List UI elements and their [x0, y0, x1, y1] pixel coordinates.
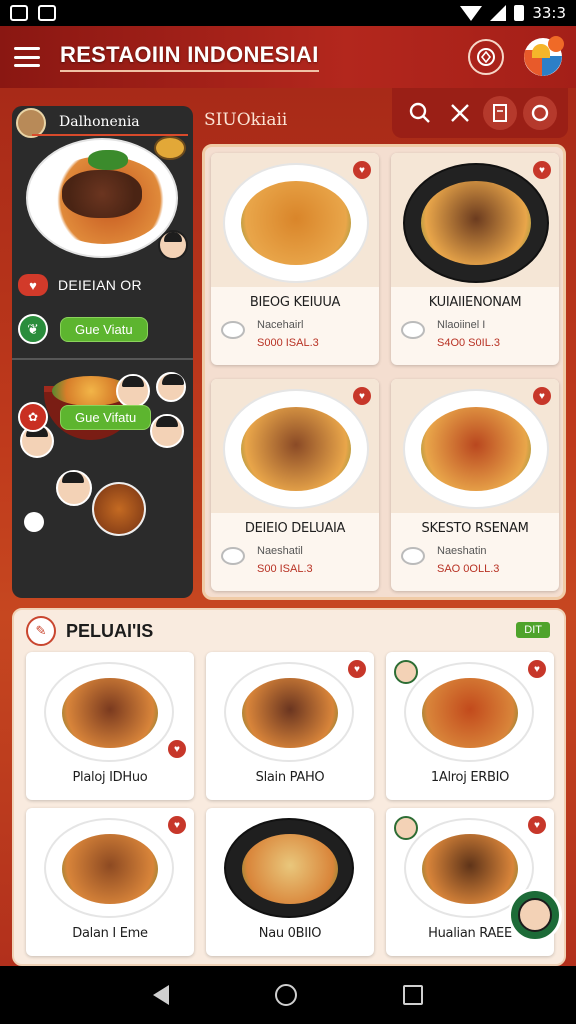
sidebar-bottom-section: [12, 360, 193, 598]
wifi-icon: [460, 5, 483, 21]
fish-icon[interactable]: ✿: [18, 402, 48, 432]
heart-icon[interactable]: ♥: [18, 274, 48, 296]
dish-card[interactable]: ♥ SKESTO RSENAM Naeshatin SAO 0OLL.3: [391, 379, 559, 591]
sidebar-card: Dalhonenia ♥ DEIEIAN OR ❦ Gue Viatu ✿ Gu…: [12, 106, 193, 598]
chef-avatar: [394, 660, 418, 684]
chef-avatar: [394, 816, 418, 840]
dish-food: [421, 181, 531, 265]
leaf-icon[interactable]: ❦: [18, 314, 48, 344]
dish-food: [422, 678, 518, 748]
sidebar-label: DEIEIAN OR: [58, 277, 142, 293]
bowl-icon: [401, 547, 425, 565]
person-avatar: [150, 414, 184, 448]
dish-card[interactable]: ♥ BIEOG KEIUUA Nacehairl S000 ISAL.3: [211, 153, 379, 365]
settings-icon[interactable]: [24, 512, 44, 532]
app-bar: RESTAOIIN INDONESIAI: [0, 26, 576, 88]
dish-title: 1Alroj ERBIO: [430, 770, 510, 785]
dish-title: BIEOG KEIUUA: [249, 295, 341, 310]
dish-food: [421, 407, 531, 491]
favorite-icon[interactable]: ♥: [533, 387, 551, 405]
dish-card[interactable]: ♥ Dalan I Eme: [26, 808, 194, 956]
dish-title: Dalan I Eme: [72, 926, 148, 941]
curry-bowl-image: [92, 482, 146, 536]
battery-icon: [514, 5, 525, 21]
status-bar: 33:3: [0, 0, 576, 26]
bowl-icon: [221, 321, 245, 339]
favorite-icon[interactable]: ♥: [528, 660, 546, 678]
dish-food: [241, 407, 351, 491]
dish-price: S4O0 S0IL.3: [437, 337, 500, 349]
person-avatar: [156, 372, 186, 402]
dish-title: KUIAIIENONAM: [428, 295, 522, 310]
dish-food: [242, 678, 338, 748]
sidebar-top-section: Dalhonenia ♥ DEIEIAN OR ❦ Gue Viatu: [12, 106, 193, 358]
chef-avatar: [158, 230, 188, 260]
status-time: 33:3: [532, 4, 566, 22]
dish-subtitle: Naeshatil: [257, 545, 303, 557]
dish-title: DEIEIO DELUAIA: [244, 521, 346, 536]
featured-dish-image[interactable]: [26, 138, 178, 258]
back-icon[interactable]: [153, 985, 169, 1005]
dish-food: [422, 834, 518, 904]
dish-subtitle: Nacehairl: [257, 319, 304, 331]
dish-food: [241, 181, 351, 265]
popular-section: ✎ PELUAI'IS DIT ♥ Plaloj IDHuo ♥ Slain P…: [12, 608, 566, 966]
section-emblem-icon: ✎: [26, 616, 56, 646]
dish-price: S00 ISAL.3: [257, 563, 313, 575]
dish-price: SAO 0OLL.3: [437, 563, 500, 575]
tools-icon[interactable]: [443, 96, 477, 130]
dish-food: [62, 834, 158, 904]
favorite-icon[interactable]: ♥: [353, 161, 371, 179]
section-label: SIUOkiaii: [204, 110, 288, 130]
notification-icon: [10, 5, 28, 21]
dish-price: S000 ISAL.3: [257, 337, 319, 349]
dish-card[interactable]: ♥ Slain PAHO: [206, 652, 374, 800]
emblem-icon[interactable]: [468, 39, 504, 75]
menu-icon[interactable]: [14, 47, 40, 67]
dish-food: [62, 678, 158, 748]
dish-title: SKESTO RSENAM: [421, 521, 529, 536]
favorite-icon[interactable]: ♥: [168, 740, 186, 758]
notification-icon[interactable]: [523, 96, 557, 130]
favorite-icon[interactable]: ♥: [528, 816, 546, 834]
app-title: RESTAOIIN INDONESIAI: [60, 42, 319, 72]
photo-icon: [38, 5, 56, 21]
favorite-icon[interactable]: ♥: [168, 816, 186, 834]
chef-icon: [221, 547, 245, 565]
dish-card[interactable]: ♥ Plaloj IDHuo: [26, 652, 194, 800]
dish-food: [242, 834, 338, 904]
person-avatar: [56, 470, 92, 506]
dish-card[interactable]: ♥ DEIEIO DELUAIA Naeshatil S00 ISAL.3: [211, 379, 379, 591]
featured-dishes-panel: ♥ BIEOG KEIUUA Nacehairl S000 ISAL.3 ♥ K…: [202, 144, 566, 600]
dish-subtitle: Naeshatin: [437, 545, 487, 557]
sidebar-button-2[interactable]: Gue Vifatu: [60, 404, 152, 430]
dish-card[interactable]: ♥ 1Alroj ERBIO: [386, 652, 554, 800]
user-name: Dalhonenia: [59, 114, 140, 130]
dish-card[interactable]: ♥ KUIAIIENONAM Nlaoiinel I S4O0 S0IL.3: [391, 153, 559, 365]
search-icon[interactable]: [403, 96, 437, 130]
section-tag-button[interactable]: DIT: [516, 622, 550, 638]
system-nav-bar: [0, 966, 576, 1024]
favorite-icon[interactable]: ♥: [533, 161, 551, 179]
notification-dot: [548, 36, 564, 52]
recent-apps-icon[interactable]: [403, 985, 423, 1005]
dish-subtitle: Nlaoiinel I: [437, 319, 486, 331]
chat-assistant-button[interactable]: [508, 888, 562, 942]
favorite-icon[interactable]: ♥: [353, 387, 371, 405]
home-icon[interactable]: [275, 984, 297, 1006]
section-title: PELUAI'IS: [66, 620, 154, 641]
dish-title: Nau 0BIIO: [258, 926, 322, 941]
bookmark-icon[interactable]: [483, 96, 517, 130]
favorite-icon[interactable]: ♥: [348, 660, 366, 678]
dish-title: Plaloj IDHuo: [72, 770, 148, 785]
signal-icon: [490, 5, 507, 21]
dish-card[interactable]: Nau 0BIIO: [206, 808, 374, 956]
assistant-avatar: [518, 898, 552, 932]
sidebar-button-1[interactable]: Gue Viatu: [60, 316, 148, 342]
sambal-bowl-image: [154, 136, 186, 160]
dish-title: Slain PAHO: [255, 770, 325, 785]
bowl-icon: [401, 321, 425, 339]
toolbar: [392, 88, 568, 138]
